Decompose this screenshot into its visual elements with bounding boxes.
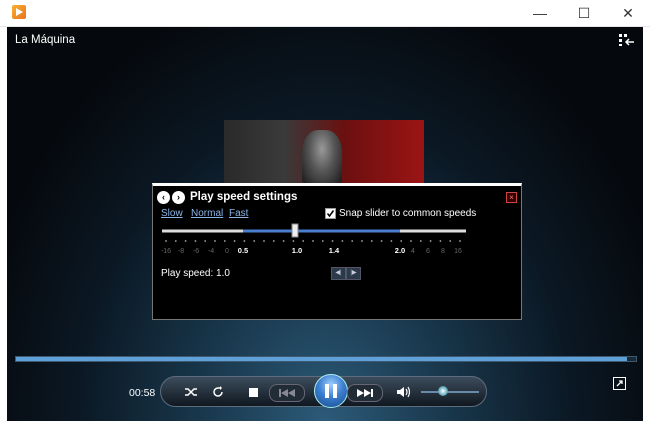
slider-tick-dot: [459, 240, 461, 242]
maximize-button[interactable]: ☐: [562, 0, 606, 26]
slider-tick-dot: [174, 240, 177, 242]
tick-label: 1.4: [329, 246, 340, 255]
speed-slider-ticks: [165, 240, 461, 242]
volume-icon[interactable]: [394, 382, 414, 402]
close-button[interactable]: ✕: [606, 0, 650, 26]
slider-tick-dot: [184, 240, 187, 242]
repeat-icon[interactable]: [208, 382, 228, 402]
slider-tick-dot: [282, 240, 285, 242]
snap-checkbox[interactable]: [325, 208, 336, 219]
switch-to-library-icon[interactable]: [619, 33, 635, 52]
next-icon: [357, 389, 373, 397]
tick-label: 1.0: [292, 246, 302, 255]
slider-tick-dot: [292, 240, 295, 242]
slider-tick-dot: [331, 240, 334, 242]
snap-checkbox-label: Snap slider to common speeds: [339, 208, 477, 219]
title-bar: — ☐ ✕: [0, 0, 650, 27]
tick-label: -6: [193, 248, 199, 255]
next-button[interactable]: [347, 384, 383, 402]
media-player-window: — ☐ ✕ La Máquina ‹ › Play speed settings…: [0, 0, 650, 421]
tick-label: 8: [441, 248, 445, 255]
pause-icon: [325, 384, 337, 398]
previous-icon: [279, 389, 295, 397]
preset-slow-link[interactable]: Slow: [161, 208, 183, 219]
tick-label: -4: [208, 248, 214, 255]
slider-tick-dot: [302, 240, 305, 242]
tick-label: -16: [161, 248, 171, 255]
slider-tick-dot: [263, 240, 265, 242]
tick-label: 0.5: [238, 246, 248, 255]
slider-tick-dot: [165, 240, 167, 242]
tick-label: 6: [426, 248, 430, 255]
slider-tick-dot: [351, 240, 354, 242]
slider-tick-dot: [321, 240, 324, 242]
speed-slider-thumb[interactable]: [291, 223, 299, 238]
slider-tick-dot: [390, 240, 393, 242]
elapsed-time: 00:58: [129, 387, 156, 399]
slider-tick-dot: [272, 240, 275, 242]
speed-increase-icon[interactable]: |▶: [346, 267, 361, 280]
panel-close-icon[interactable]: ×: [506, 192, 517, 203]
volume-slider-thumb[interactable]: [438, 386, 448, 396]
slider-tick-dot: [312, 240, 314, 242]
play-pause-button[interactable]: [314, 374, 348, 408]
slider-tick-dot: [380, 240, 383, 242]
slider-tick-dot: [419, 240, 422, 242]
preset-fast-link[interactable]: Fast: [229, 208, 248, 219]
tick-label: -8: [178, 248, 184, 255]
tick-label: 16: [454, 248, 462, 255]
slider-tick-dot: [439, 240, 442, 242]
back-arrow-icon[interactable]: ‹: [157, 191, 170, 204]
transport-controls: [160, 374, 487, 408]
slider-tick-dot: [194, 240, 197, 242]
slider-tick-dot: [223, 240, 226, 242]
forward-arrow-icon[interactable]: ›: [172, 191, 185, 204]
speed-readout: Play speed: 1.0: [161, 268, 230, 279]
stop-icon[interactable]: [243, 382, 263, 402]
tick-label: 0: [225, 248, 229, 255]
slider-tick-dot: [449, 240, 452, 242]
panel-title: Play speed settings: [190, 191, 298, 203]
slider-tick-dot: [410, 240, 412, 242]
album-art: [224, 120, 424, 190]
tick-label: 4: [411, 248, 415, 255]
media-player-app-icon: [12, 5, 26, 19]
shuffle-icon[interactable]: [181, 382, 201, 402]
speed-decrease-icon[interactable]: ◀|: [331, 267, 346, 280]
previous-button[interactable]: [269, 384, 305, 402]
slider-tick-dot: [243, 240, 246, 242]
slider-tick-dot: [214, 240, 216, 242]
now-playing-stage: La Máquina ‹ › Play speed settings × Slo…: [7, 27, 643, 421]
slider-tick-dot: [341, 240, 344, 242]
slider-tick-dot: [253, 240, 256, 242]
seek-bar-progress: [16, 357, 627, 361]
speed-slider[interactable]: -16 -8 -6 -4 0 0.5 1.0 1.4 2.0 4 6 8 16: [153, 222, 521, 264]
fullscreen-icon[interactable]: [613, 377, 626, 395]
slider-tick-dot: [233, 240, 236, 242]
album-art-figure: [302, 130, 342, 185]
slider-tick-dot: [361, 240, 363, 242]
tick-label: 2.0: [395, 246, 405, 255]
slider-tick-dot: [400, 240, 403, 242]
preset-normal-link[interactable]: Normal: [191, 208, 223, 219]
minimize-button[interactable]: —: [518, 0, 562, 26]
slider-tick-dot: [429, 240, 432, 242]
volume-slider[interactable]: [421, 391, 479, 393]
play-speed-panel: ‹ › Play speed settings × Slow Normal Fa…: [152, 183, 522, 320]
slider-tick-dot: [370, 240, 373, 242]
seek-bar[interactable]: [15, 356, 637, 362]
slider-tick-dot: [204, 240, 207, 242]
track-title: La Máquina: [15, 34, 76, 46]
